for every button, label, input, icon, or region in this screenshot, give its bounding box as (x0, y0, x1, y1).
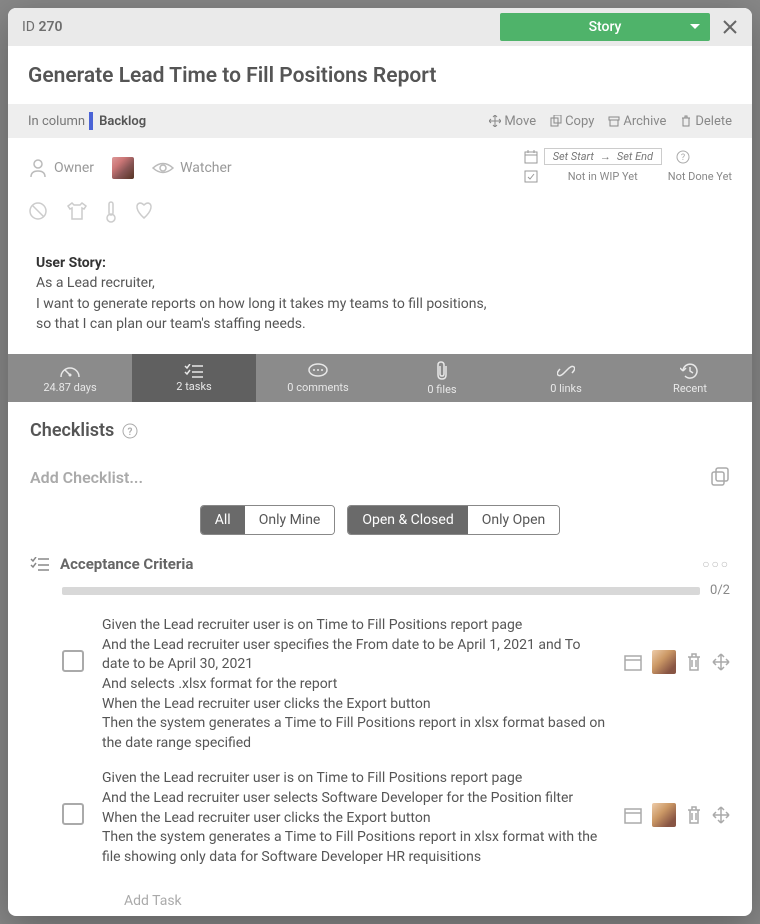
thermometer-icon[interactable] (106, 201, 116, 223)
tab-days[interactable]: 24.87 days (8, 354, 132, 402)
svg-text:?: ? (128, 427, 133, 438)
shirt-icon[interactable] (66, 201, 88, 223)
not-wip-label: Not in WIP Yet (568, 170, 638, 183)
checklist-menu[interactable]: ○○○ (702, 557, 730, 571)
move-icon[interactable] (712, 653, 730, 671)
progress-count: 0/2 (710, 583, 730, 598)
block-icon[interactable] (28, 201, 48, 223)
link-icon (557, 362, 575, 380)
task-row: Given the Lead recruiter user is on Time… (30, 761, 730, 875)
checklist-icon (30, 557, 50, 571)
id-value: 270 (38, 19, 62, 35)
status-filter: Open & Closed Only Open (347, 505, 560, 535)
assignee-filter: All Only Mine (200, 505, 336, 535)
paperclip-icon (435, 361, 449, 381)
not-done-label: Not Done Yet (668, 170, 732, 183)
archive-icon (608, 115, 620, 127)
filter-all[interactable]: All (201, 506, 245, 534)
tab-files[interactable]: 0 files (380, 354, 504, 402)
detail-tabs: 24.87 days 2 tasks 0 comments 0 files 0 … (8, 354, 752, 402)
task-text[interactable]: Given the Lead recruiter user is on Time… (102, 769, 606, 867)
date-range-input[interactable]: Set Start → Set End (544, 148, 662, 165)
task-row: Given the Lead recruiter user is on Time… (30, 608, 730, 761)
filter-mine[interactable]: Only Mine (245, 506, 335, 534)
in-column-label: In column (28, 114, 85, 129)
checklists-header: Checklists ? (8, 402, 752, 459)
copy-stack-icon (710, 467, 730, 487)
copy-icon (550, 115, 562, 127)
tab-links[interactable]: 0 links (504, 354, 628, 402)
tab-tasks[interactable]: 2 tasks (132, 354, 256, 402)
help-icon[interactable]: ? (122, 423, 138, 439)
close-icon (722, 19, 738, 35)
template-button[interactable] (710, 467, 730, 487)
move-button[interactable]: Move (489, 114, 536, 129)
schedule-block: Set Start → Set End ? Not in WIP Yet Not… (524, 148, 732, 187)
card-title[interactable]: Generate Lead Time to Fill Positions Rep… (8, 46, 752, 104)
checklist-title-row: Acceptance Criteria ○○○ (30, 549, 730, 579)
owner-field[interactable]: Owner (28, 158, 94, 178)
calendar-icon (524, 150, 538, 164)
task-assignee-avatar[interactable] (652, 803, 676, 827)
move-icon[interactable] (712, 806, 730, 824)
close-button[interactable] (722, 19, 738, 35)
attribute-icons (8, 197, 752, 239)
column-color-bar (89, 112, 93, 130)
filter-open-closed[interactable]: Open & Closed (348, 506, 467, 534)
modal-header: ID 270 Story (8, 8, 752, 46)
add-checklist-input[interactable]: Add Checklist... (30, 468, 143, 487)
chevron-down-icon (690, 24, 700, 30)
delete-button[interactable]: Delete (680, 114, 732, 129)
trash-icon[interactable] (686, 806, 702, 824)
owner-avatar[interactable] (112, 157, 134, 179)
task-assignee-avatar[interactable] (652, 650, 676, 674)
column-row: In column Backlog Move Copy Archive Dele… (8, 104, 752, 138)
task-checkbox[interactable] (62, 650, 84, 672)
type-selector[interactable]: Story (500, 13, 710, 41)
type-label: Story (589, 19, 622, 35)
trash-icon[interactable] (686, 653, 702, 671)
gauge-icon (59, 363, 81, 379)
copy-button[interactable]: Copy (550, 114, 594, 129)
move-icon (489, 115, 501, 127)
calendar-icon[interactable] (624, 653, 642, 671)
id-label: ID (22, 19, 35, 35)
filter-open[interactable]: Only Open (468, 506, 560, 534)
card-modal: ID 270 Story Generate Lead Time to Fill … (8, 8, 752, 916)
column-name: Backlog (99, 114, 146, 129)
tab-comments[interactable]: 0 comments (256, 354, 380, 402)
progress-bar (62, 587, 700, 595)
history-icon (680, 362, 700, 380)
watcher-field[interactable]: Watcher (152, 160, 232, 176)
description-line: I want to generate reports on how long i… (36, 294, 724, 314)
calendar-check-icon (524, 169, 538, 183)
checklist-name[interactable]: Acceptance Criteria (60, 555, 193, 573)
description-line: As a Lead recruiter, (36, 273, 724, 293)
svg-text:?: ? (681, 153, 685, 163)
archive-button[interactable]: Archive (608, 114, 666, 129)
tab-recent[interactable]: Recent (628, 354, 752, 402)
calendar-icon[interactable] (624, 806, 642, 824)
checklist-icon (184, 364, 204, 378)
description-line: so that I can plan our team's staffing n… (36, 314, 724, 334)
heart-icon[interactable] (134, 201, 154, 223)
eye-icon (152, 161, 174, 175)
task-text[interactable]: Given the Lead recruiter user is on Time… (102, 616, 606, 753)
help-icon[interactable]: ? (676, 150, 690, 164)
owner-row: Owner Watcher Set Start → Set End ? (8, 138, 752, 197)
filter-row: All Only Mine Open & Closed Only Open (8, 501, 752, 549)
checklist-progress: 0/2 (62, 583, 730, 598)
add-task-button[interactable]: Add Task (30, 875, 730, 916)
chat-icon (308, 363, 328, 379)
description-heading: User Story: (36, 253, 724, 273)
task-checkbox[interactable] (62, 803, 84, 825)
trash-icon (680, 115, 692, 127)
description-area[interactable]: User Story: As a Lead recruiter, I want … (8, 239, 752, 354)
person-icon (28, 158, 48, 178)
